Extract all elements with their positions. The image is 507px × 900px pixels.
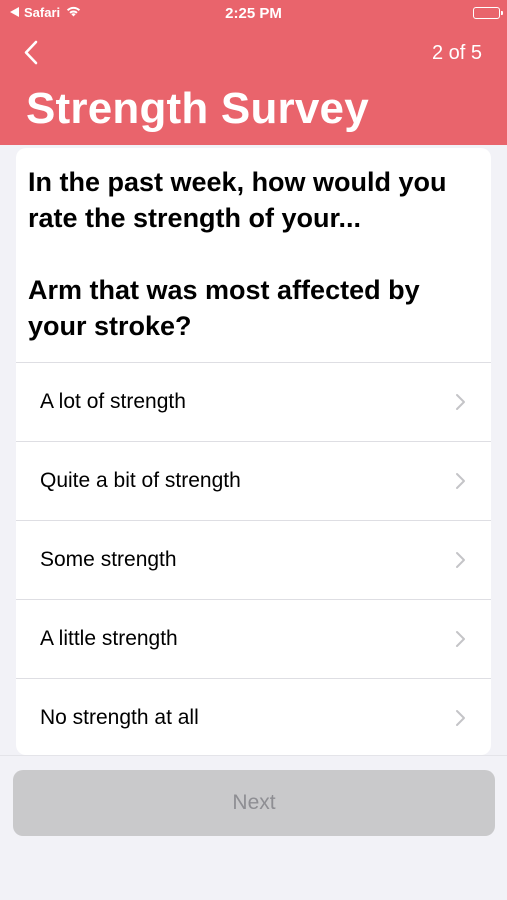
status-time: 2:25 PM [225, 5, 282, 22]
option-label: Some strength [40, 548, 177, 571]
header: Safari 2:25 PM 2 of 5 Strength Survey [0, 0, 507, 145]
chevron-right-icon [456, 552, 465, 568]
chevron-right-icon [456, 473, 465, 489]
page-title: Strength Survey [26, 84, 369, 133]
step-counter: 2 of 5 [431, 42, 482, 64]
footer-divider [0, 755, 507, 756]
option-label: Quite a bit of strength [40, 469, 241, 492]
back-button[interactable] [18, 38, 48, 68]
option-a-lot-of-strength[interactable]: A lot of strength [16, 363, 491, 442]
next-button[interactable]: Next [13, 770, 495, 836]
chevron-right-icon [456, 394, 465, 410]
survey-screen: Safari 2:25 PM 2 of 5 Strength Survey In… [0, 0, 507, 900]
battery-icon [473, 7, 503, 19]
answer-options: A lot of strength Quite a bit of strengt… [16, 362, 491, 755]
option-no-strength-at-all[interactable]: No strength at all [16, 679, 491, 755]
question-card: In the past week, how would you rate the… [16, 148, 491, 755]
question-subject: Arm that was most affected by your strok… [28, 275, 420, 341]
chevron-right-icon [456, 710, 465, 726]
option-some-strength[interactable]: Some strength [16, 521, 491, 600]
option-label: A little strength [40, 627, 178, 650]
chevron-left-icon [24, 40, 38, 65]
option-a-little-strength[interactable]: A little strength [16, 600, 491, 679]
option-quite-a-bit-of-strength[interactable]: Quite a bit of strength [16, 442, 491, 521]
option-label: A lot of strength [40, 390, 186, 413]
chevron-right-icon [456, 631, 465, 647]
status-bar: Safari 2:25 PM [0, 0, 507, 28]
option-label: No strength at all [40, 706, 199, 729]
question-prompt: In the past week, how would you rate the… [28, 167, 447, 233]
question-text: In the past week, how would you rate the… [28, 164, 478, 344]
